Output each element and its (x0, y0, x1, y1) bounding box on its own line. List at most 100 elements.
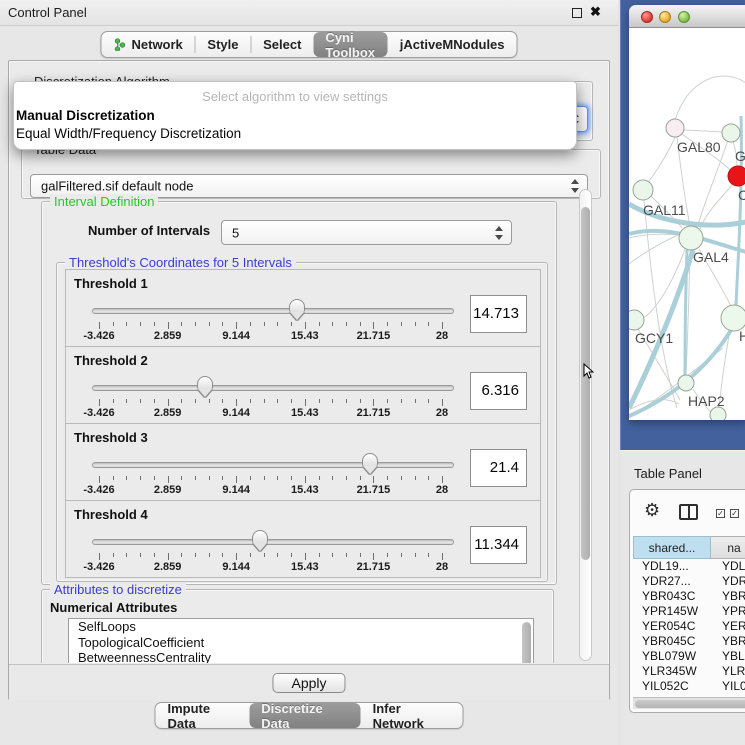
tab-jactivemnodules[interactable]: jActiveMNodules (388, 32, 517, 57)
network-canvas[interactable]: GAL80GCGAL11GAL4GCY1HHAP2 (629, 28, 745, 420)
attribute-item-betweennesscentrality[interactable]: BetweennessCentrality (69, 650, 533, 663)
table-row[interactable]: YPR145WYPR1 (633, 604, 745, 619)
scrollbar-thumb[interactable] (635, 700, 745, 708)
attribute-item-topologicalcoefficient[interactable]: TopologicalCoefficient (69, 635, 533, 651)
table-row[interactable]: YDL19...YDL1 (633, 559, 745, 574)
tab-impute-data[interactable]: Impute Data (156, 703, 250, 728)
tick-mark (401, 399, 402, 403)
tick-mark (291, 476, 292, 480)
threshold-row: Threshold 1-3.4262.8599.14415.4321.71528… (65, 269, 541, 347)
column-header-shared[interactable]: shared... (633, 536, 711, 559)
float-window-icon[interactable] (572, 8, 582, 18)
tick-mark (209, 322, 210, 326)
slider-thumb[interactable] (252, 530, 268, 543)
columns-icon[interactable] (679, 504, 698, 520)
tick-mark (387, 399, 388, 403)
tick-mark (181, 399, 182, 403)
network-node-gal80[interactable] (666, 119, 684, 137)
table-row[interactable]: YIL052CYIL0 (633, 679, 745, 694)
tab-label: Cyni Toolbox (325, 30, 375, 60)
attributes-list-scrollbar[interactable] (522, 622, 531, 663)
thresholds-group-title: Threshold's Coordinates for 5 Intervals (65, 255, 296, 270)
algorithm-option-equal-width-frequency-discretization[interactable]: Equal Width/Frequency Discretization (16, 126, 241, 141)
tab-select[interactable]: Select (251, 32, 313, 57)
cell-name: YBR0 (722, 634, 745, 649)
threshold-value-field[interactable]: 14.713 (470, 295, 527, 333)
tick-mark (209, 476, 210, 480)
close-icon[interactable]: ✖ (590, 4, 601, 20)
tab-discretize-data[interactable]: Discretize Data (249, 703, 360, 728)
network-node-hap2[interactable] (678, 375, 694, 391)
network-node-gal11[interactable] (633, 180, 653, 200)
network-view-window: GAL80GCGAL11GAL4GCY1HHAP2 (629, 5, 745, 420)
table-row[interactable]: YDR27...YDR2 (633, 574, 745, 589)
table-row[interactable]: YLR345WYLR3 (633, 664, 745, 679)
tick-mark (277, 322, 278, 326)
tick-mark (387, 553, 388, 557)
table-row[interactable]: YBL079WYBL0 (633, 649, 745, 664)
table-horizontal-scrollbar[interactable] (633, 697, 745, 709)
network-node-gal4[interactable] (679, 226, 703, 250)
bottom-tab-strip: Impute DataDiscretize DataInfer Network (155, 702, 464, 729)
tick-mark (346, 553, 347, 557)
numerical-attributes-list[interactable]: SelfLoopsTopologicalCoefficientBetweenne… (68, 618, 534, 663)
zoom-traffic-light[interactable] (678, 11, 690, 23)
tick-mark (195, 399, 196, 403)
network-edge (675, 76, 745, 120)
table-header: shared...na (633, 536, 745, 559)
table-rows: YDL19...YDL1YDR27...YDR2YBR043CYBR0YPR14… (633, 559, 745, 694)
slider-thumb[interactable] (362, 453, 378, 466)
tick-mark (181, 476, 182, 480)
checkbox-icon[interactable]: ✓ (730, 509, 739, 518)
tick-label: -3.426 (83, 561, 114, 573)
table-row[interactable]: YBR045CYBR0 (633, 634, 745, 649)
tab-cyni-toolbox[interactable]: Cyni Toolbox (313, 32, 387, 57)
tick-mark (126, 553, 127, 557)
network-node-g[interactable] (722, 124, 740, 142)
attribute-item-selfloops[interactable]: SelfLoops (69, 619, 533, 635)
tick-mark (113, 553, 114, 557)
tick-label: 21.715 (357, 484, 391, 496)
cell-shared-name: YDL19... (642, 559, 689, 574)
table-row[interactable]: YBR043CYBR0 (633, 589, 745, 604)
tick-mark (401, 322, 402, 326)
slider-scale: -3.4262.8599.14415.4321.71528 (99, 270, 442, 348)
threshold-value-field[interactable]: 21.4 (470, 449, 527, 487)
network-node-gcy1[interactable] (629, 310, 644, 330)
close-traffic-light[interactable] (641, 11, 653, 23)
top-tab-strip: NetworkStyle Select Cyni Toolbox jActiveMNo… (100, 31, 517, 58)
slider-thumb[interactable] (197, 376, 213, 389)
tick-label: 9.144 (222, 330, 250, 342)
tick-mark (140, 399, 141, 403)
tick-mark (264, 553, 265, 557)
settings-vertical-scrollbar[interactable] (579, 189, 592, 661)
tick-label: 28 (436, 407, 448, 419)
threshold-value-field[interactable]: 6.316 (470, 372, 527, 410)
tab-network[interactable]: Network (101, 32, 194, 57)
network-node-c[interactable] (728, 166, 745, 186)
cell-name: YBR0 (722, 589, 745, 604)
scrollbar-thumb[interactable] (581, 207, 590, 560)
network-node[interactable] (710, 407, 726, 420)
tab-label: Select (263, 37, 301, 52)
column-header-na[interactable]: na (711, 536, 745, 559)
table-row[interactable]: YER054CYER0 (633, 619, 745, 634)
slider-thumb[interactable] (289, 299, 305, 312)
algorithm-option-manual-discretization[interactable]: Manual Discretization (16, 108, 155, 123)
apply-button[interactable]: Apply (272, 673, 345, 693)
tick-mark (113, 476, 114, 480)
tick-label: 28 (436, 330, 448, 342)
threshold-value-field[interactable]: 11.344 (470, 526, 527, 564)
tick-mark (264, 476, 265, 480)
number-of-intervals-combobox[interactable]: 5 (221, 220, 512, 245)
slider-scale: -3.4262.8599.14415.4321.71528 (99, 501, 442, 579)
tick-mark (113, 322, 114, 326)
minimize-traffic-light[interactable] (659, 11, 671, 23)
checkbox-icon[interactable]: ✓ (716, 509, 725, 518)
tab-infer-network[interactable]: Infer Network (361, 703, 463, 728)
tick-mark (346, 322, 347, 326)
network-canvas-svg: GAL80GCGAL11GAL4GCY1HHAP2 (629, 28, 745, 420)
gear-icon[interactable]: ⚙ (644, 500, 660, 521)
tick-mark (319, 476, 320, 480)
tab-style[interactable]: Style (195, 32, 250, 57)
